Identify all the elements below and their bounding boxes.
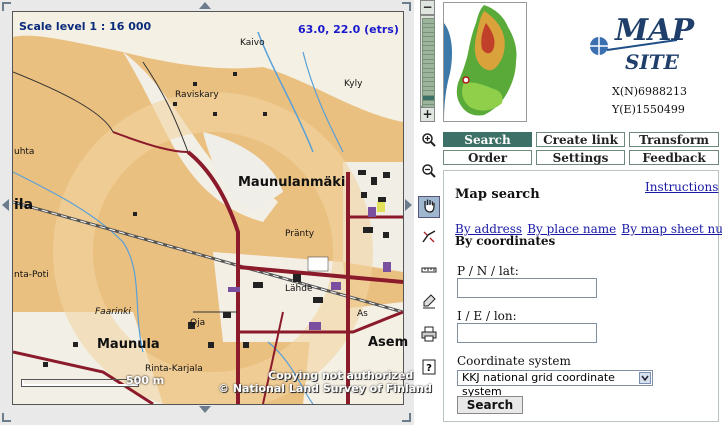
copyright-line: Copying not authorized bbox=[268, 369, 414, 382]
place-label: Maunula bbox=[97, 337, 160, 352]
zoom-minus-button[interactable]: − bbox=[420, 0, 435, 15]
lon-input[interactable] bbox=[457, 323, 597, 343]
pan-northeast-arrow[interactable] bbox=[402, 2, 411, 11]
zoom-slider[interactable] bbox=[420, 15, 435, 110]
scale-bar-label: 500 m bbox=[126, 374, 165, 387]
coordinate-system-label: Coordinate system bbox=[457, 354, 571, 368]
measure-icon bbox=[421, 229, 437, 249]
current-search-mode: By coordinates bbox=[455, 234, 556, 248]
place-label: Oja bbox=[190, 318, 206, 328]
tab-search[interactable]: Search bbox=[443, 132, 532, 147]
map-drawing bbox=[13, 12, 403, 404]
pan-west-arrow[interactable] bbox=[2, 199, 9, 211]
pan-east-arrow[interactable] bbox=[405, 199, 412, 211]
place-label: Lähde bbox=[285, 284, 313, 294]
place-label: uhta bbox=[14, 147, 35, 157]
place-label: Maunulanmäki bbox=[238, 175, 346, 190]
pan-southeast-arrow[interactable] bbox=[402, 413, 411, 422]
overview-location-marker bbox=[462, 76, 470, 84]
zoom-plus-button[interactable]: + bbox=[420, 107, 435, 122]
map-frame: Scale level 1 : 16 000 63.0, 22.0 (etrs)… bbox=[0, 0, 432, 425]
search-panel: Map search Instructions By address By pl… bbox=[443, 170, 722, 422]
place-label: nta-Poti bbox=[14, 270, 49, 280]
overview-map-drawing bbox=[444, 3, 526, 121]
scale-bar bbox=[22, 380, 138, 386]
place-label: Kaivo bbox=[240, 38, 265, 48]
tab-settings[interactable]: Settings bbox=[536, 150, 625, 165]
place-label: As bbox=[357, 309, 368, 319]
field1-label: P / N / lat: bbox=[457, 264, 519, 278]
help-tool-button[interactable]: ? bbox=[418, 358, 440, 380]
print-icon bbox=[421, 326, 437, 346]
by-map-sheet-link[interactable]: By map sheet number bbox=[621, 222, 722, 236]
pan-hand-icon bbox=[421, 197, 437, 217]
measure-tool-button[interactable] bbox=[418, 228, 440, 250]
search-button[interactable]: Search bbox=[457, 396, 523, 414]
place-label: Rinta-Karjala bbox=[145, 364, 203, 374]
coordinate-system-value: KKJ national grid coordinate system bbox=[462, 371, 615, 398]
copyright-notice: Copying not authorized © National Land S… bbox=[218, 369, 432, 395]
place-label: Faarinki bbox=[95, 307, 131, 317]
zoom-out-tool-button[interactable] bbox=[418, 162, 440, 184]
pan-south-arrow[interactable] bbox=[199, 406, 211, 413]
overview-map[interactable] bbox=[443, 2, 527, 122]
instructions-link[interactable]: Instructions bbox=[645, 180, 718, 194]
help-icon: ? bbox=[421, 359, 437, 379]
ruler-tool-button[interactable] bbox=[418, 261, 440, 283]
zoom-slider-thumb[interactable] bbox=[422, 94, 435, 101]
place-label: Raviskary bbox=[175, 90, 219, 100]
field2-label: I / E / lon: bbox=[457, 309, 517, 323]
tab-create-link[interactable]: Create link bbox=[536, 132, 625, 147]
pan-southwest-arrow[interactable] bbox=[2, 413, 11, 422]
tab-transform[interactable]: Transform bbox=[629, 132, 719, 147]
tab-order[interactable]: Order bbox=[443, 150, 532, 165]
logo-text-map: MAP bbox=[615, 13, 695, 48]
coordinate-y: Y(E)1550499 bbox=[612, 103, 685, 116]
zoom-in-icon bbox=[421, 132, 437, 152]
cursor-coordinates: 63.0, 22.0 (etrs) bbox=[298, 23, 399, 36]
pan-north-arrow[interactable] bbox=[199, 2, 211, 9]
place-label: Asem bbox=[368, 335, 409, 350]
zoom-out-icon bbox=[421, 163, 437, 183]
lat-input[interactable] bbox=[457, 278, 597, 298]
panel-title: Map search bbox=[455, 187, 540, 202]
zoom-in-tool-button[interactable] bbox=[418, 131, 440, 153]
tab-feedback[interactable]: Feedback bbox=[629, 150, 719, 165]
pan-northwest-arrow[interactable] bbox=[2, 2, 11, 11]
coordinate-x: X(N)6988213 bbox=[612, 85, 688, 98]
chevron-down-icon[interactable] bbox=[639, 372, 651, 384]
clear-tool-button[interactable] bbox=[418, 293, 440, 315]
clear-icon bbox=[421, 294, 437, 314]
map-canvas[interactable] bbox=[12, 11, 404, 405]
place-label: Kyly bbox=[344, 79, 363, 89]
svg-text:?: ? bbox=[426, 363, 432, 374]
print-tool-button[interactable] bbox=[418, 325, 440, 347]
mapsite-logo: MAP SITE bbox=[585, 10, 694, 80]
pan-hand-tool-button[interactable] bbox=[418, 196, 440, 218]
coordinate-system-select[interactable]: KKJ national grid coordinate system bbox=[457, 370, 653, 398]
map-scale-label: Scale level 1 : 16 000 bbox=[19, 20, 152, 33]
ruler-icon bbox=[421, 262, 437, 282]
place-label: Pränty bbox=[285, 229, 315, 239]
copyright-line: © National Land Survey of Finland bbox=[218, 382, 432, 395]
logo-text-site: SITE bbox=[625, 50, 679, 74]
place-label: ila bbox=[14, 197, 34, 213]
